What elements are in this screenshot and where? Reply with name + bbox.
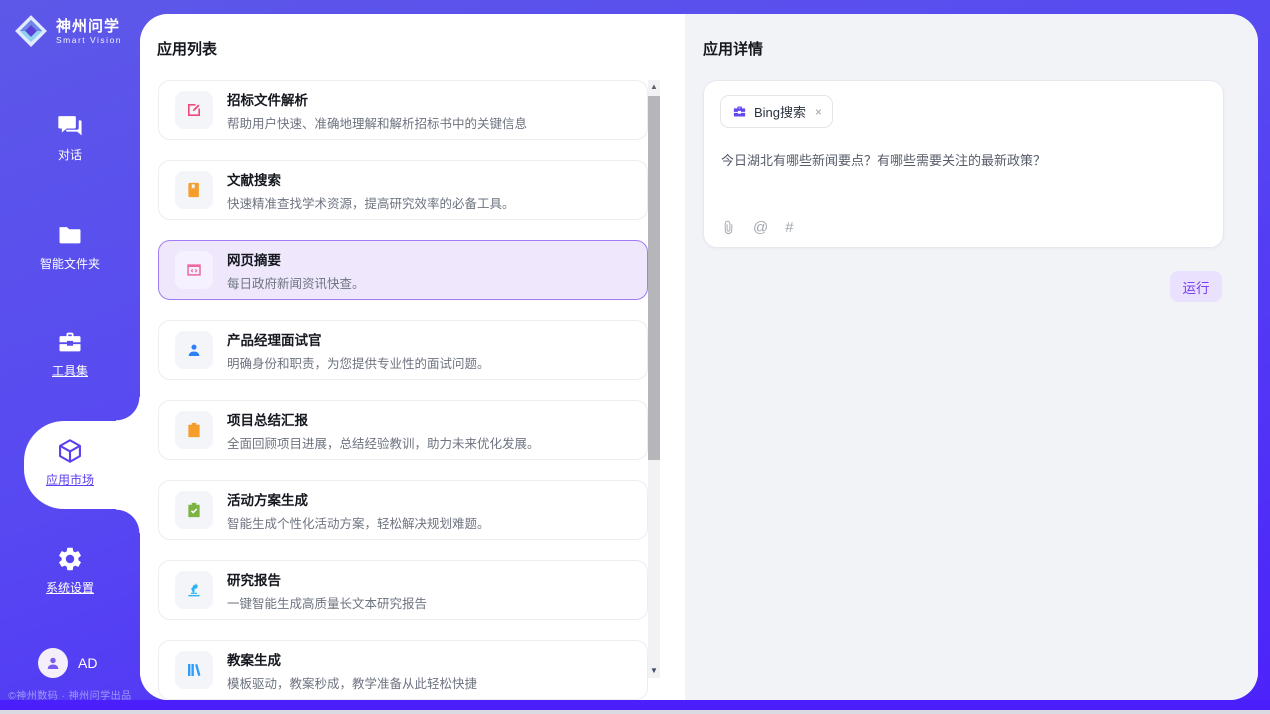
app-list-panel: 应用列表 招标文件解析帮助用户快速、准确地理解和解析招标书中的关键信息文献搜索快… — [140, 14, 685, 700]
app-card-icon-wrap — [175, 251, 213, 289]
app-card-icon-wrap — [175, 171, 213, 209]
app-card-title: 产品经理面试官 — [227, 329, 490, 349]
toolbox-icon — [56, 328, 84, 356]
sidebar-item-4[interactable]: 应用市场 — [0, 437, 140, 489]
copyright: ©神州数码 · 神州问学出品 — [0, 687, 140, 702]
app-card-icon-wrap — [175, 331, 213, 369]
app-card-title: 活动方案生成 — [227, 489, 490, 509]
app-card-title: 文献搜索 — [227, 169, 515, 189]
query-text[interactable]: 今日湖北有哪些新闻要点？有哪些需要关注的最新政策？ — [721, 151, 1206, 170]
app-detail-title: 应用详情 — [703, 38, 763, 59]
chat-icon — [56, 112, 84, 140]
app-card[interactable]: 网页摘要每日政府新闻资讯快查。 — [158, 240, 648, 300]
clipboard-icon — [185, 421, 203, 439]
interview-icon — [185, 341, 203, 359]
briefcase-icon — [732, 104, 747, 119]
app-card-desc: 智能生成个性化活动方案，轻松解决规划难题。 — [227, 513, 490, 532]
app-card-desc: 明确身份和职责，为您提供专业性的面试问题。 — [227, 353, 490, 372]
sidebar-item-label: 对话 — [58, 146, 82, 163]
app-card[interactable]: 产品经理面试官明确身份和职责，为您提供专业性的面试问题。 — [158, 320, 648, 380]
sidebar-item-1[interactable]: 对话 — [0, 112, 140, 164]
gear-icon — [56, 545, 84, 573]
bottom-accent-band — [0, 700, 1270, 710]
app-card-icon-wrap — [175, 411, 213, 449]
sidebar-nav: 对话智能文件夹工具集应用市场系统设置 — [0, 0, 140, 710]
app-card-title: 研究报告 — [227, 569, 427, 589]
app-window: 神州问学 Smart Vision 对话智能文件夹工具集应用市场系统设置 AD … — [0, 0, 1270, 714]
user-account[interactable]: AD — [38, 648, 97, 678]
chip-close-icon[interactable]: × — [815, 105, 822, 119]
sidebar-item-label: 应用市场 — [46, 471, 94, 488]
composer-toolbar: @ # — [721, 220, 794, 235]
hash-icon[interactable]: # — [785, 220, 793, 235]
app-card-title: 招标文件解析 — [227, 89, 527, 109]
sidebar-item-3[interactable]: 工具集 — [0, 328, 140, 380]
scrollbar-thumb[interactable] — [648, 96, 660, 460]
sidebar-item-5[interactable]: 系统设置 — [0, 545, 140, 597]
bottom-edge — [0, 710, 1270, 714]
app-card[interactable]: 项目总结汇报全面回顾项目进展，总结经验教训，助力未来优化发展。 — [158, 400, 648, 460]
app-card-list: 招标文件解析帮助用户快速、准确地理解和解析招标书中的关键信息文献搜索快速精准查找… — [158, 80, 648, 700]
app-card-desc: 全面回顾项目进展，总结经验教训，助力未来优化发展。 — [227, 433, 540, 452]
app-card[interactable]: 招标文件解析帮助用户快速、准确地理解和解析招标书中的关键信息 — [158, 80, 648, 140]
user-icon — [44, 654, 62, 672]
sidebar-item-label: 工具集 — [52, 362, 88, 379]
user-name: AD — [78, 655, 97, 671]
clipboard-check-icon — [185, 501, 203, 519]
pen-square-icon — [185, 101, 203, 119]
books-icon — [185, 661, 203, 679]
app-card-desc: 帮助用户快速、准确地理解和解析招标书中的关键信息 — [227, 113, 527, 132]
app-card-icon-wrap — [175, 491, 213, 529]
app-card-desc: 模板驱动，教案秒成，教学准备从此轻松快捷 — [227, 673, 477, 692]
app-card-icon-wrap — [175, 91, 213, 129]
app-card-title: 项目总结汇报 — [227, 409, 540, 429]
tool-chip[interactable]: Bing搜索 × — [720, 95, 833, 128]
run-button[interactable]: 运行 — [1170, 271, 1222, 302]
app-card[interactable]: 文献搜索快速精准查找学术资源，提高研究效率的必备工具。 — [158, 160, 648, 220]
app-card[interactable]: 活动方案生成智能生成个性化活动方案，轻松解决规划难题。 — [158, 480, 648, 540]
avatar — [38, 648, 68, 678]
app-list-title: 应用列表 — [157, 38, 217, 59]
content-area: 应用列表 招标文件解析帮助用户快速、准确地理解和解析招标书中的关键信息文献搜索快… — [140, 14, 1258, 700]
tool-chip-label: Bing搜索 — [754, 102, 806, 121]
app-card-desc: 快速精准查找学术资源，提高研究效率的必备工具。 — [227, 193, 515, 212]
sidebar-item-label: 智能文件夹 — [40, 255, 100, 272]
microscope-icon — [185, 581, 203, 599]
app-card-title: 网页摘要 — [227, 249, 365, 269]
app-detail-panel: 应用详情 Bing搜索 × 今日湖北有哪些新闻要点？有哪些需要关注的最新政策？ … — [685, 14, 1258, 700]
scrollbar[interactable]: ▲ ▼ — [648, 80, 660, 678]
app-card-desc: 一键智能生成高质量长文本研究报告 — [227, 593, 427, 612]
app-card-icon-wrap — [175, 651, 213, 689]
app-card-icon-wrap — [175, 571, 213, 609]
scroll-down-icon[interactable]: ▼ — [648, 664, 660, 678]
sidebar: 神州问学 Smart Vision 对话智能文件夹工具集应用市场系统设置 AD … — [0, 0, 140, 710]
sidebar-item-2[interactable]: 智能文件夹 — [0, 221, 140, 273]
scroll-up-icon[interactable]: ▲ — [648, 80, 660, 94]
sidebar-item-label: 系统设置 — [46, 579, 94, 596]
paperclip-icon[interactable] — [721, 220, 736, 235]
app-card-title: 教案生成 — [227, 649, 477, 669]
folder-icon — [56, 221, 84, 249]
app-card[interactable]: 研究报告一键智能生成高质量长文本研究报告 — [158, 560, 648, 620]
composer-card: Bing搜索 × 今日湖北有哪些新闻要点？有哪些需要关注的最新政策？ @ # — [703, 80, 1224, 248]
cube-icon — [56, 437, 84, 465]
at-icon[interactable]: @ — [753, 220, 768, 235]
book-icon — [185, 181, 203, 199]
app-card[interactable]: 教案生成模板驱动，教案秒成，教学准备从此轻松快捷 — [158, 640, 648, 700]
app-card-desc: 每日政府新闻资讯快查。 — [227, 273, 365, 292]
browser-code-icon — [185, 261, 203, 279]
